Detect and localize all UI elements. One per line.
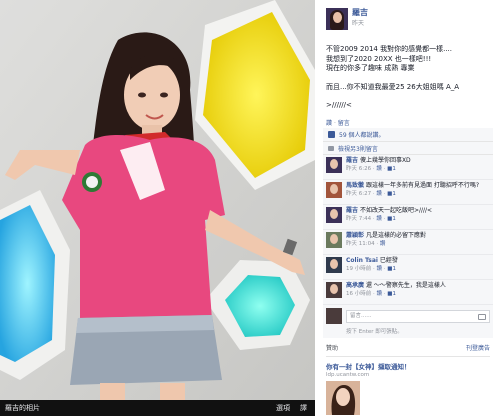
comment-text: 還 ～～警察先生，我是這樣人 <box>365 282 446 289</box>
comment-like-link[interactable]: 讚 <box>380 241 386 247</box>
comment-time[interactable]: 昨天 7:44 <box>346 216 371 222</box>
viewer-avatar <box>326 308 342 324</box>
comment-like-count[interactable]: 1 <box>392 291 396 297</box>
post-line: >//////< <box>326 101 352 110</box>
comment-list: 羅吉 傻上幾學你回事XD 昨天 6:26 · 讚 · ■1 馬致徽 跟這樣一年多前有… <box>323 155 493 338</box>
comment-input[interactable]: 留言...... <box>346 309 490 323</box>
comment-like-link[interactable]: 讚 <box>377 291 383 297</box>
commenter-name[interactable]: 高承廣 <box>346 282 364 289</box>
photo-caption: 羅吉的相片 <box>5 404 40 412</box>
commenter-avatar[interactable] <box>326 257 342 273</box>
post-time[interactable]: 昨天 <box>352 18 368 27</box>
comment-like-link[interactable]: 讚 <box>377 266 383 272</box>
create-ad-link[interactable]: 刊登廣告 <box>466 343 490 352</box>
post-header: 羅吉 昨天 <box>326 8 368 30</box>
commenter-avatar[interactable] <box>326 232 342 248</box>
comment-like-count[interactable]: 1 <box>392 216 396 222</box>
commenter-avatar[interactable] <box>326 182 342 198</box>
commenter-avatar[interactable] <box>326 207 342 223</box>
comment-like-count[interactable]: 1 <box>392 266 396 272</box>
comment-time[interactable]: 昨天 11:04 <box>346 241 375 247</box>
commenter-name[interactable]: 馬致徽 <box>346 182 364 189</box>
comment-like-count[interactable]: 1 <box>392 191 396 197</box>
comment-item: 馬致徽 跟這樣一年多前有見過面 打聽招呼不行嗎? 昨天 6:27 · 讚 · ■1 <box>323 180 493 205</box>
post-line: 不管2009 2014 我對你的感覺都一樣.... <box>326 45 452 53</box>
commenter-name[interactable]: 蕭穎彰 <box>346 232 364 239</box>
comment-time[interactable]: 19 小時前 <box>346 266 371 272</box>
comment-link[interactable]: 留言 <box>338 120 350 127</box>
enter-hint: 按下 Enter 即可張貼。 <box>346 329 403 335</box>
commenter-avatar[interactable] <box>326 157 342 173</box>
thumbs-up-icon <box>328 131 335 138</box>
post-line: 而且...你不知道我最愛25 26大姐姐嗎 A_A <box>326 82 460 91</box>
comment-item: 羅吉 不如改天一起吃飯吧>////< 昨天 7:44 · 讚 · ■1 <box>323 205 493 230</box>
comment-bubble-icon <box>328 145 334 151</box>
author-avatar[interactable] <box>326 8 348 30</box>
commenter-name[interactable]: 羅吉 <box>346 157 358 164</box>
view-more-text[interactable]: 檢視另3則留言 <box>338 144 378 153</box>
comment-time[interactable]: 16 小時前 <box>346 291 371 297</box>
likes-text[interactable]: 59 個人都說讚。 <box>339 130 385 139</box>
comment-like-link[interactable]: 讚 <box>376 166 382 172</box>
comment-item: 蕭穎彰 凡是這樣的必留下應對 昨天 11:04 · 讚 <box>323 230 493 255</box>
comment-text: 不如改天一起吃飯吧>////< <box>359 207 433 214</box>
comment-text: 凡是這樣的必留下應對 <box>365 232 426 239</box>
sponsored-section: 贊助 刊登廣告 你有一封【女神】擷取通知！ ldp.ucantw.com <box>326 343 490 415</box>
comment-like-link[interactable]: 讚 <box>376 216 382 222</box>
comment-time[interactable]: 昨天 6:27 <box>346 191 371 197</box>
likes-summary[interactable]: 59 個人都說讚。 <box>323 128 493 142</box>
commenter-name[interactable]: 羅吉 <box>346 207 358 214</box>
ad-url[interactable]: ldp.ucantw.com <box>326 372 490 378</box>
comment-item: Colin Tsai 已經發 19 小時前 · 讚 · ■1 <box>323 255 493 280</box>
commenter-name[interactable]: Colin Tsai <box>346 257 378 264</box>
photo-image <box>0 0 315 400</box>
view-more-comments[interactable]: 檢視另3則留言 <box>323 142 493 155</box>
ad-title[interactable]: 你有一封【女神】擷取通知！ <box>326 361 490 371</box>
author-name[interactable]: 羅吉 <box>352 8 368 18</box>
post-line: 現在的你多了趣味 成熟 專業 <box>326 64 415 73</box>
post-line: 我想到了2020 20XX 也一樣吧!!! <box>326 54 432 63</box>
photo-caption-bar: 羅吉的相片 選項 譯 <box>0 400 315 416</box>
camera-icon[interactable] <box>478 313 486 320</box>
edit-button[interactable]: 譯 <box>300 403 307 413</box>
photo-viewer: 羅吉的相片 選項 譯 <box>0 0 315 416</box>
options-button[interactable]: 選項 <box>276 403 290 413</box>
like-link[interactable]: 讚 <box>326 120 332 127</box>
comment-text: 已經發 <box>379 257 398 264</box>
commenter-avatar[interactable] <box>326 282 342 298</box>
comment-item: 高承廣 還 ～～警察先生，我是這樣人 16 小時前 · 讚 · ■1 <box>323 280 493 305</box>
sponsored-label: 贊助 <box>326 345 339 352</box>
comment-item: 羅吉 傻上幾學你回事XD 昨天 6:26 · 讚 · ■1 <box>323 155 493 180</box>
comment-composer: 留言...... <box>323 305 493 327</box>
comment-time[interactable]: 昨天 6:26 <box>346 166 371 172</box>
divider <box>326 356 490 357</box>
post-text: 不管2009 2014 我對你的感覺都一樣.... 我想到了2020 20XX … <box>326 45 491 111</box>
comment-like-link[interactable]: 讚 <box>376 191 382 197</box>
comment-text: 跟這樣一年多前有見過面 打聽招呼不行嗎? <box>365 182 480 189</box>
ad-image[interactable] <box>326 381 360 415</box>
comment-like-count[interactable]: 1 <box>392 166 396 172</box>
sidebar: 羅吉 昨天 不管2009 2014 我對你的感覺都一樣.... 我想到了2020… <box>320 0 495 416</box>
comment-text: 傻上幾學你回事XD <box>359 157 411 164</box>
photo[interactable] <box>0 0 315 400</box>
post-actions: 讚 · 留言 <box>326 120 350 127</box>
